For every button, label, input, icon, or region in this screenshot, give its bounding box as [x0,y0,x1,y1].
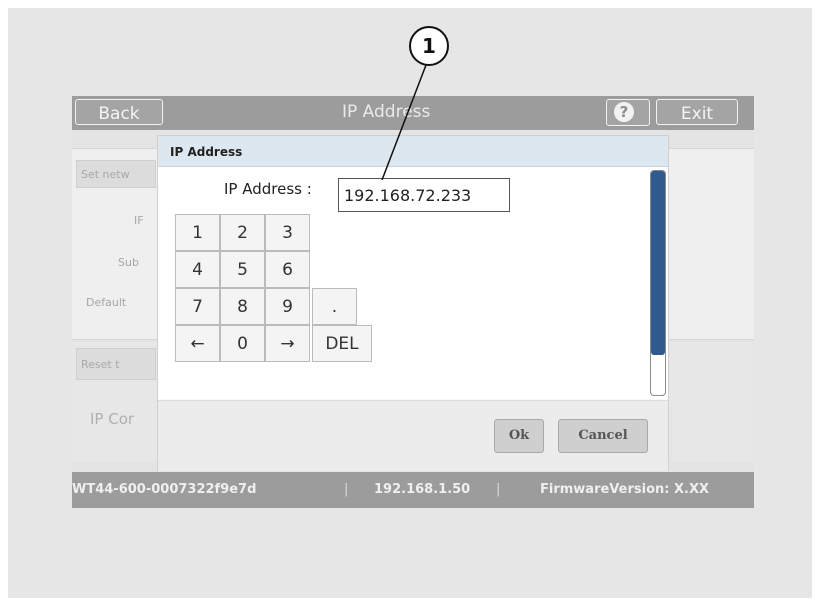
status-separator: | [344,482,349,497]
key-9[interactable]: 9 [265,288,310,325]
subnet-label: Sub [118,256,139,269]
ok-button[interactable]: Ok [494,419,544,453]
ip-address-input[interactable]: 192.168.72.233 [338,178,510,212]
ip-config-label: IP Cor [90,410,135,428]
key-5[interactable]: 5 [220,251,265,288]
key-delete[interactable]: DEL [312,325,372,362]
status-separator: | [496,482,501,497]
help-button[interactable]: ? [606,99,650,126]
help-icon: ? [614,102,634,122]
set-network-button[interactable]: Set netw [76,160,156,188]
dialog-body: IP Address : 192.168.72.233 1 2 3 4 5 6 … [158,167,668,399]
key-1[interactable]: 1 [175,214,220,251]
status-bar: WT44-600-0007322f9e7d | 192.168.1.50 | F… [72,472,754,508]
dialog-title: IP Address [170,145,243,159]
device-ip: 192.168.1.50 [374,482,471,497]
firmware-version: FirmwareVersion: X.XX [540,482,709,497]
reset-button[interactable]: Reset t [76,348,156,380]
back-button[interactable]: Back [75,99,163,125]
key-0[interactable]: 0 [220,325,265,362]
device-id: WT44-600-0007322f9e7d [72,482,257,497]
key-left-arrow[interactable]: ← [175,325,220,362]
ip-address-dialog: IP Address IP Address : 192.168.72.233 1… [157,135,669,471]
cancel-button[interactable]: Cancel [558,419,648,453]
key-3[interactable]: 3 [265,214,310,251]
default-gateway-label: Default [86,296,127,309]
dialog-scrollbar[interactable] [650,170,666,396]
key-7[interactable]: 7 [175,288,220,325]
exit-button[interactable]: Exit [656,99,738,125]
dialog-header: IP Address [158,136,668,167]
scrollbar-thumb[interactable] [651,171,665,355]
ip-address-label: IP Address : [224,180,312,198]
callout-number: 1 [409,26,449,66]
screen-title: IP Address [342,102,431,122]
key-right-arrow[interactable]: → [265,325,310,362]
ip-label: IF [134,214,144,227]
key-6[interactable]: 6 [265,251,310,288]
key-8[interactable]: 8 [220,288,265,325]
key-dot[interactable]: . [312,288,357,325]
dialog-footer: Ok Cancel [158,400,668,471]
key-4[interactable]: 4 [175,251,220,288]
key-2[interactable]: 2 [220,214,265,251]
top-bar: Back IP Address ? Exit [72,96,754,130]
